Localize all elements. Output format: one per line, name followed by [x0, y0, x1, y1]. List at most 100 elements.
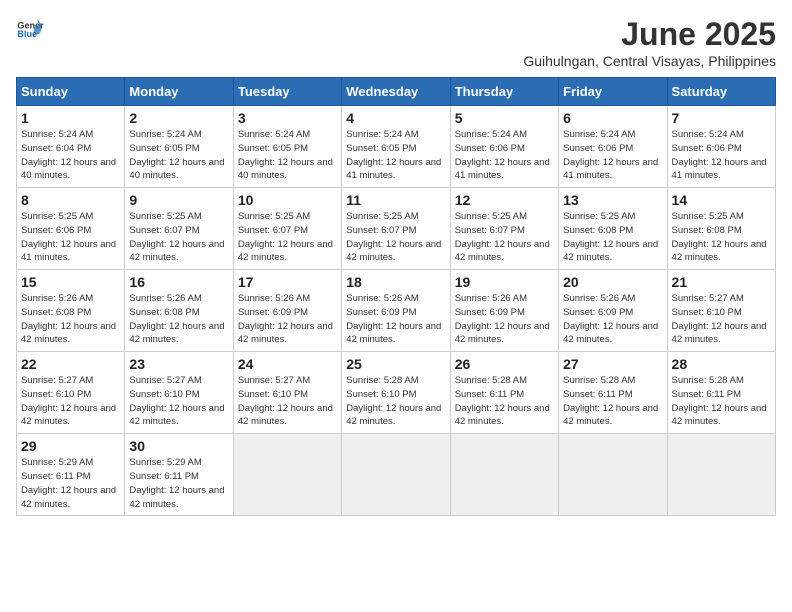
- calendar-cell: 18 Sunrise: 5:26 AM Sunset: 6:09 PM Dayl…: [342, 270, 450, 352]
- day-info: Sunrise: 5:25 AM Sunset: 6:07 PM Dayligh…: [455, 210, 554, 265]
- calendar-cell: 23 Sunrise: 5:27 AM Sunset: 6:10 PM Dayl…: [125, 352, 233, 434]
- day-number: 27: [563, 356, 662, 372]
- title-area: June 2025 Guihulngan, Central Visayas, P…: [523, 16, 776, 69]
- logo-icon: General Blue: [16, 16, 44, 44]
- day-info: Sunrise: 5:27 AM Sunset: 6:10 PM Dayligh…: [672, 292, 771, 347]
- day-number: 30: [129, 438, 228, 454]
- day-info: Sunrise: 5:25 AM Sunset: 6:08 PM Dayligh…: [672, 210, 771, 265]
- col-tuesday: Tuesday: [233, 78, 341, 106]
- week-row-2: 8 Sunrise: 5:25 AM Sunset: 6:06 PM Dayli…: [17, 188, 776, 270]
- week-row-1: 1 Sunrise: 5:24 AM Sunset: 6:04 PM Dayli…: [17, 106, 776, 188]
- calendar-cell: 21 Sunrise: 5:27 AM Sunset: 6:10 PM Dayl…: [667, 270, 775, 352]
- day-info: Sunrise: 5:24 AM Sunset: 6:05 PM Dayligh…: [129, 128, 228, 183]
- calendar-cell: 19 Sunrise: 5:26 AM Sunset: 6:09 PM Dayl…: [450, 270, 558, 352]
- col-friday: Friday: [559, 78, 667, 106]
- day-number: 5: [455, 110, 554, 126]
- day-number: 9: [129, 192, 228, 208]
- day-info: Sunrise: 5:28 AM Sunset: 6:11 PM Dayligh…: [563, 374, 662, 429]
- calendar-cell: [559, 434, 667, 516]
- calendar-cell: 11 Sunrise: 5:25 AM Sunset: 6:07 PM Dayl…: [342, 188, 450, 270]
- day-number: 28: [672, 356, 771, 372]
- calendar-cell: 7 Sunrise: 5:24 AM Sunset: 6:06 PM Dayli…: [667, 106, 775, 188]
- day-info: Sunrise: 5:26 AM Sunset: 6:09 PM Dayligh…: [346, 292, 445, 347]
- day-number: 21: [672, 274, 771, 290]
- day-info: Sunrise: 5:28 AM Sunset: 6:11 PM Dayligh…: [455, 374, 554, 429]
- calendar-table: Sunday Monday Tuesday Wednesday Thursday…: [16, 77, 776, 516]
- calendar-cell: 22 Sunrise: 5:27 AM Sunset: 6:10 PM Dayl…: [17, 352, 125, 434]
- day-info: Sunrise: 5:29 AM Sunset: 6:11 PM Dayligh…: [21, 456, 120, 511]
- day-number: 13: [563, 192, 662, 208]
- day-number: 18: [346, 274, 445, 290]
- header: General Blue June 2025 Guihulngan, Centr…: [16, 16, 776, 69]
- col-wednesday: Wednesday: [342, 78, 450, 106]
- week-row-3: 15 Sunrise: 5:26 AM Sunset: 6:08 PM Dayl…: [17, 270, 776, 352]
- calendar-cell: [450, 434, 558, 516]
- day-number: 25: [346, 356, 445, 372]
- col-monday: Monday: [125, 78, 233, 106]
- day-info: Sunrise: 5:28 AM Sunset: 6:11 PM Dayligh…: [672, 374, 771, 429]
- day-info: Sunrise: 5:29 AM Sunset: 6:11 PM Dayligh…: [129, 456, 228, 511]
- calendar-cell: 16 Sunrise: 5:26 AM Sunset: 6:08 PM Dayl…: [125, 270, 233, 352]
- calendar-cell: 12 Sunrise: 5:25 AM Sunset: 6:07 PM Dayl…: [450, 188, 558, 270]
- day-number: 1: [21, 110, 120, 126]
- day-number: 12: [455, 192, 554, 208]
- calendar-cell: 5 Sunrise: 5:24 AM Sunset: 6:06 PM Dayli…: [450, 106, 558, 188]
- day-info: Sunrise: 5:26 AM Sunset: 6:08 PM Dayligh…: [21, 292, 120, 347]
- week-row-4: 22 Sunrise: 5:27 AM Sunset: 6:10 PM Dayl…: [17, 352, 776, 434]
- calendar-cell: 25 Sunrise: 5:28 AM Sunset: 6:10 PM Dayl…: [342, 352, 450, 434]
- day-info: Sunrise: 5:24 AM Sunset: 6:05 PM Dayligh…: [238, 128, 337, 183]
- day-number: 29: [21, 438, 120, 454]
- col-thursday: Thursday: [450, 78, 558, 106]
- calendar-cell: 10 Sunrise: 5:25 AM Sunset: 6:07 PM Dayl…: [233, 188, 341, 270]
- day-number: 7: [672, 110, 771, 126]
- calendar-cell: 17 Sunrise: 5:26 AM Sunset: 6:09 PM Dayl…: [233, 270, 341, 352]
- calendar-cell: 24 Sunrise: 5:27 AM Sunset: 6:10 PM Dayl…: [233, 352, 341, 434]
- col-sunday: Sunday: [17, 78, 125, 106]
- day-info: Sunrise: 5:28 AM Sunset: 6:10 PM Dayligh…: [346, 374, 445, 429]
- calendar-cell: 3 Sunrise: 5:24 AM Sunset: 6:05 PM Dayli…: [233, 106, 341, 188]
- day-number: 26: [455, 356, 554, 372]
- day-number: 2: [129, 110, 228, 126]
- day-number: 4: [346, 110, 445, 126]
- location-title: Guihulngan, Central Visayas, Philippines: [523, 53, 776, 69]
- day-number: 24: [238, 356, 337, 372]
- calendar-cell: [667, 434, 775, 516]
- logo: General Blue: [16, 16, 44, 44]
- day-info: Sunrise: 5:25 AM Sunset: 6:07 PM Dayligh…: [346, 210, 445, 265]
- calendar-cell: 15 Sunrise: 5:26 AM Sunset: 6:08 PM Dayl…: [17, 270, 125, 352]
- calendar-cell: 6 Sunrise: 5:24 AM Sunset: 6:06 PM Dayli…: [559, 106, 667, 188]
- day-info: Sunrise: 5:25 AM Sunset: 6:06 PM Dayligh…: [21, 210, 120, 265]
- day-info: Sunrise: 5:25 AM Sunset: 6:07 PM Dayligh…: [238, 210, 337, 265]
- calendar-cell: 28 Sunrise: 5:28 AM Sunset: 6:11 PM Dayl…: [667, 352, 775, 434]
- calendar-cell: 8 Sunrise: 5:25 AM Sunset: 6:06 PM Dayli…: [17, 188, 125, 270]
- day-info: Sunrise: 5:26 AM Sunset: 6:08 PM Dayligh…: [129, 292, 228, 347]
- day-number: 3: [238, 110, 337, 126]
- day-number: 23: [129, 356, 228, 372]
- day-info: Sunrise: 5:24 AM Sunset: 6:04 PM Dayligh…: [21, 128, 120, 183]
- calendar-cell: 4 Sunrise: 5:24 AM Sunset: 6:05 PM Dayli…: [342, 106, 450, 188]
- calendar-cell: 30 Sunrise: 5:29 AM Sunset: 6:11 PM Dayl…: [125, 434, 233, 516]
- day-number: 16: [129, 274, 228, 290]
- day-info: Sunrise: 5:27 AM Sunset: 6:10 PM Dayligh…: [129, 374, 228, 429]
- week-row-5: 29 Sunrise: 5:29 AM Sunset: 6:11 PM Dayl…: [17, 434, 776, 516]
- calendar-cell: 2 Sunrise: 5:24 AM Sunset: 6:05 PM Dayli…: [125, 106, 233, 188]
- day-info: Sunrise: 5:27 AM Sunset: 6:10 PM Dayligh…: [21, 374, 120, 429]
- day-number: 6: [563, 110, 662, 126]
- day-number: 20: [563, 274, 662, 290]
- calendar-cell: 29 Sunrise: 5:29 AM Sunset: 6:11 PM Dayl…: [17, 434, 125, 516]
- day-info: Sunrise: 5:26 AM Sunset: 6:09 PM Dayligh…: [455, 292, 554, 347]
- calendar-cell: 13 Sunrise: 5:25 AM Sunset: 6:08 PM Dayl…: [559, 188, 667, 270]
- calendar-cell: 9 Sunrise: 5:25 AM Sunset: 6:07 PM Dayli…: [125, 188, 233, 270]
- day-number: 22: [21, 356, 120, 372]
- calendar-cell: 14 Sunrise: 5:25 AM Sunset: 6:08 PM Dayl…: [667, 188, 775, 270]
- day-info: Sunrise: 5:25 AM Sunset: 6:08 PM Dayligh…: [563, 210, 662, 265]
- day-info: Sunrise: 5:24 AM Sunset: 6:06 PM Dayligh…: [563, 128, 662, 183]
- calendar-cell: [342, 434, 450, 516]
- calendar-cell: [233, 434, 341, 516]
- day-info: Sunrise: 5:24 AM Sunset: 6:06 PM Dayligh…: [672, 128, 771, 183]
- day-number: 15: [21, 274, 120, 290]
- day-info: Sunrise: 5:24 AM Sunset: 6:05 PM Dayligh…: [346, 128, 445, 183]
- day-number: 11: [346, 192, 445, 208]
- day-info: Sunrise: 5:27 AM Sunset: 6:10 PM Dayligh…: [238, 374, 337, 429]
- day-number: 10: [238, 192, 337, 208]
